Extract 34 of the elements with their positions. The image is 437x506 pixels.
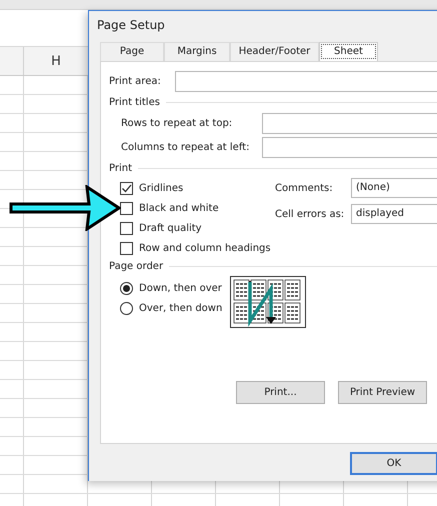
radio-label: Down, then over — [139, 282, 222, 294]
tab[interactable]: Margins — [164, 42, 230, 61]
checkbox-label: Row and column headings — [139, 242, 271, 254]
checkbox-label: Draft quality — [139, 222, 202, 234]
field-label: Columns to repeat at left: — [121, 142, 250, 152]
dialog-button[interactable]: Print... — [236, 381, 325, 404]
radio-button[interactable] — [120, 302, 133, 314]
ok-button[interactable]: OK — [350, 452, 437, 475]
window-title: Page Setup — [96, 17, 166, 34]
column-header[interactable]: H — [24, 54, 88, 68]
tab[interactable]: Header/Footer — [230, 42, 319, 61]
dropdown[interactable]: displayed — [351, 204, 437, 224]
field-label: Print area: — [109, 76, 162, 86]
checkbox-label: Black and white — [139, 202, 219, 214]
radio-label: Over, then down — [139, 302, 222, 314]
input-field[interactable] — [262, 112, 437, 134]
group-heading: Print — [109, 163, 132, 174]
checkbox[interactable] — [120, 222, 133, 234]
dialog-button[interactable]: Print Preview — [338, 381, 427, 404]
field-label: Cell errors as: — [275, 208, 346, 220]
checkbox[interactable] — [120, 242, 133, 254]
field-label: Rows to repeat at top: — [121, 118, 234, 128]
checkbox[interactable] — [120, 202, 133, 214]
checkbox-label: Gridlines — [139, 182, 184, 194]
field-label: Comments: — [275, 182, 334, 194]
input-field[interactable] — [262, 136, 437, 158]
dropdown[interactable]: (None) — [351, 178, 437, 198]
checkbox[interactable] — [120, 182, 133, 194]
group-heading: Print titles — [109, 97, 160, 108]
group-heading: Page order — [109, 261, 164, 272]
radio-button[interactable] — [120, 282, 133, 294]
tab[interactable]: Page — [100, 42, 164, 61]
input-field[interactable] — [175, 70, 437, 92]
tab[interactable]: Sheet — [319, 42, 378, 61]
